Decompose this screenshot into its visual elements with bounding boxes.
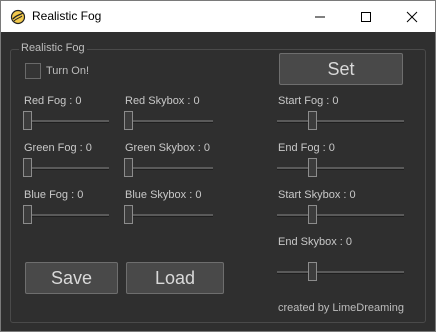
blue-skybox-label: Blue Skybox : 0 (125, 189, 202, 201)
green-skybox-label: Green Skybox : 0 (125, 142, 210, 154)
slider-track (23, 214, 109, 217)
slider-thumb[interactable] (308, 262, 317, 281)
slider-track (277, 167, 404, 170)
green-fog-slider[interactable] (23, 158, 109, 178)
green-fog-label: Green Fog : 0 (24, 142, 92, 154)
slider-thumb[interactable] (23, 205, 32, 224)
end-skybox-label: End Skybox : 0 (278, 236, 352, 248)
slider-track (124, 214, 213, 217)
slider-track (23, 120, 109, 123)
save-button[interactable]: Save (25, 262, 118, 294)
end-skybox-slider[interactable] (277, 262, 404, 282)
set-button[interactable]: Set (279, 53, 403, 85)
end-fog-label: End Fog : 0 (278, 142, 335, 154)
slider-thumb[interactable] (308, 205, 317, 224)
green-skybox-slider[interactable] (124, 158, 213, 178)
slider-thumb[interactable] (308, 158, 317, 177)
close-icon (406, 11, 418, 22)
load-button[interactable]: Load (126, 262, 224, 294)
red-fog-label: Red Fog : 0 (24, 95, 82, 107)
turn-on-label[interactable]: Turn On! (46, 65, 89, 77)
slider-track (277, 271, 404, 274)
credit-text: created by LimeDreaming (278, 302, 404, 314)
app-window: Realistic Fog Realistic Fog Turn On! Set… (0, 0, 436, 332)
slider-thumb[interactable] (124, 111, 133, 130)
slider-thumb[interactable] (308, 111, 317, 130)
blue-skybox-slider[interactable] (124, 205, 213, 225)
slider-thumb[interactable] (23, 158, 32, 177)
close-button[interactable] (389, 1, 435, 32)
maximize-icon (361, 11, 371, 22)
slider-track (124, 120, 213, 123)
red-fog-slider[interactable] (23, 111, 109, 131)
start-fog-label: Start Fog : 0 (278, 95, 339, 107)
title-bar: Realistic Fog (1, 1, 435, 32)
slider-track (277, 214, 404, 217)
turn-on-checkbox[interactable] (25, 63, 41, 79)
slider-thumb[interactable] (23, 111, 32, 130)
slider-track (23, 167, 109, 170)
window-title: Realistic Fog (32, 9, 102, 23)
slider-thumb[interactable] (124, 158, 133, 177)
blue-fog-label: Blue Fog : 0 (24, 189, 84, 201)
end-fog-slider[interactable] (277, 158, 404, 178)
start-skybox-label: Start Skybox : 0 (278, 189, 356, 201)
slider-track (124, 167, 213, 170)
app-icon (10, 9, 26, 25)
maximize-button[interactable] (343, 1, 389, 32)
group-title: Realistic Fog (19, 42, 87, 54)
blue-fog-slider[interactable] (23, 205, 109, 225)
red-skybox-label: Red Skybox : 0 (125, 95, 200, 107)
minimize-icon (315, 16, 325, 17)
red-skybox-slider[interactable] (124, 111, 213, 131)
slider-track (277, 120, 404, 123)
start-fog-slider[interactable] (277, 111, 404, 131)
minimize-button[interactable] (297, 1, 343, 32)
client-area: Realistic Fog Turn On! Set Red Fog : 0 G… (1, 32, 435, 331)
slider-thumb[interactable] (124, 205, 133, 224)
start-skybox-slider[interactable] (277, 205, 404, 225)
